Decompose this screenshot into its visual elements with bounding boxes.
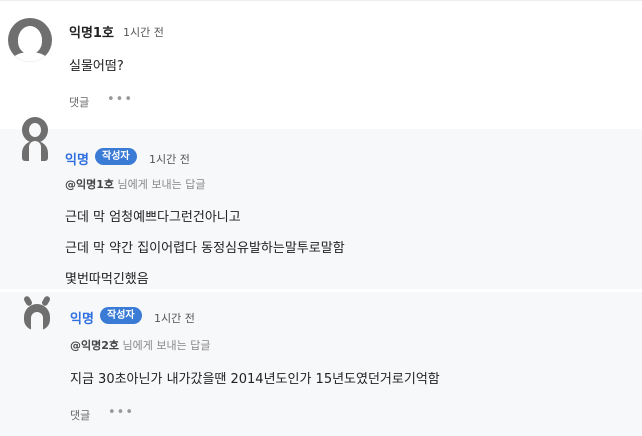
avatar-body <box>22 141 48 161</box>
comment-time: 1시간 전 <box>154 312 195 325</box>
mention-target[interactable]: @익명1호 <box>65 178 114 191</box>
author-badge: 작성자 <box>95 148 137 165</box>
avatar[interactable] <box>22 117 48 161</box>
comment-time: 1시간 전 <box>149 153 190 166</box>
comment-author[interactable]: 익명1호 <box>69 22 114 41</box>
mention-target[interactable]: @익명2호 <box>70 339 119 352</box>
reply-button[interactable]: 댓글 <box>70 407 90 423</box>
comment-2: 익명 작성자 1시간 전 @익명1호 님에게 보내는 답글 근데 막 엄청예쁘다… <box>0 117 642 289</box>
mention-suffix: 님에게 보내는 답글 <box>119 339 211 352</box>
reply-button[interactable]: 댓글 <box>69 94 89 110</box>
comment-text: 지금 30초아닌가 내가갔을땐 2014년도인가 15년도였던거로기억함 <box>70 372 440 387</box>
avatar-head <box>18 26 42 54</box>
comment-author[interactable]: 익명 <box>65 149 89 168</box>
comment-text: 몇번따먹긴했음 <box>65 272 149 287</box>
mention-suffix: 님에게 보내는 답글 <box>114 178 206 191</box>
author-badge: 작성자 <box>100 307 142 324</box>
comment-3: 익명 작성자 1시간 전 @익명2호 님에게 보내는 답글 지금 30초아닌가 … <box>0 289 642 436</box>
comment-author[interactable]: 익명 <box>70 308 94 327</box>
avatar[interactable] <box>8 18 52 62</box>
avatar-head <box>24 304 50 330</box>
avatar[interactable] <box>24 296 50 330</box>
comment-text: 근데 막 약간 집이어렵다 동정심유발하는말투로말함 <box>65 241 345 256</box>
comment-time: 1시간 전 <box>123 26 164 39</box>
comment-1: 익명1호 1시간 전 실물어떰? 댓글 ••• <box>0 0 642 130</box>
avatar-head <box>22 117 48 143</box>
avatar-body <box>11 52 49 62</box>
reply-mention: @익명2호 님에게 보내는 답글 <box>70 337 210 353</box>
reply-mention: @익명1호 님에게 보내는 답글 <box>65 176 205 192</box>
more-options-icon[interactable]: ••• <box>107 92 133 107</box>
more-options-icon[interactable]: ••• <box>108 405 134 420</box>
comment-text: 근데 막 엄청예쁘다그런건아니고 <box>65 210 241 225</box>
comment-text: 실물어떰? <box>69 59 124 74</box>
